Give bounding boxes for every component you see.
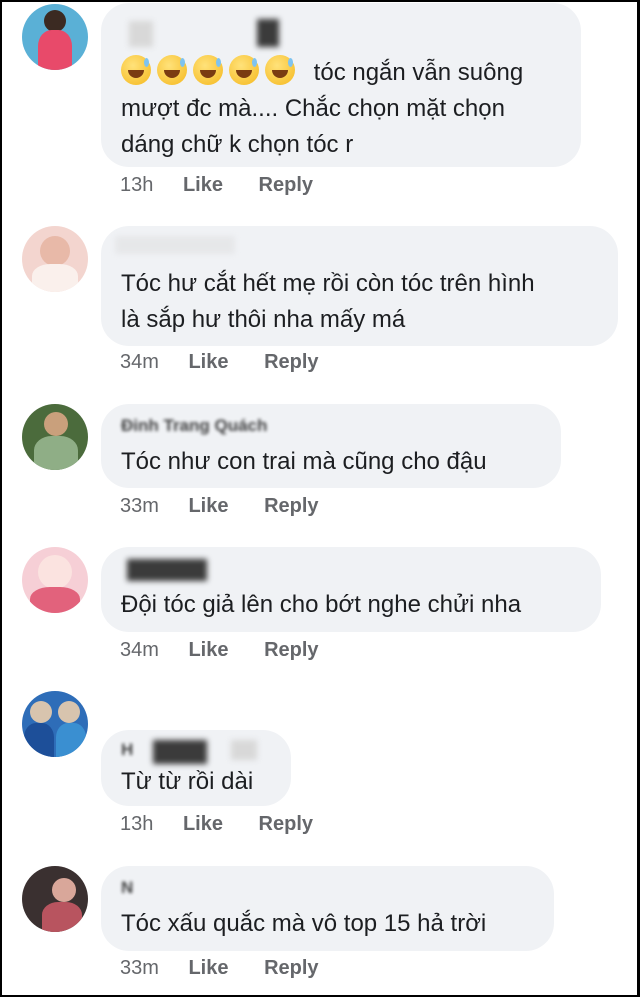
avatar-head xyxy=(52,878,76,902)
comment-time: 34m xyxy=(120,639,159,661)
comment-author[interactable]: N xyxy=(121,878,133,898)
comment-text-line: Tóc như con trai mà cũng cho đậu xyxy=(121,448,487,475)
avatar-head xyxy=(30,701,52,723)
redacted-author xyxy=(257,19,279,47)
comment-meta: 34m Like Reply xyxy=(120,351,319,374)
avatar[interactable] xyxy=(22,404,88,470)
comment-meta: 33m Like Reply xyxy=(120,495,319,518)
emoji-sweat-smile-icon xyxy=(229,55,259,85)
comment-text-line: Đội tóc giả lên cho bớt nghe chửi nha xyxy=(121,591,522,618)
avatar-body xyxy=(38,30,72,70)
avatar-body xyxy=(34,436,78,470)
avatar[interactable] xyxy=(22,866,88,932)
avatar-head xyxy=(44,10,66,32)
comment-meta: 13h Like Reply xyxy=(120,174,313,197)
comment-bubble: Đội tóc giả lên cho bớt nghe chửi nha xyxy=(101,547,601,632)
like-link[interactable]: Like xyxy=(183,174,223,196)
avatar[interactable] xyxy=(22,226,88,292)
avatar[interactable] xyxy=(22,691,88,757)
avatar-body xyxy=(42,902,82,932)
emoji-sweat-smile-icon xyxy=(121,55,151,85)
like-link[interactable]: Like xyxy=(188,957,228,979)
comment-meta: 33m Like Reply xyxy=(120,957,319,980)
emoji-sweat-smile-icon xyxy=(193,55,223,85)
redacted-author xyxy=(129,21,153,47)
comment-bubble: Tóc hư cắt hết mẹ rồi còn tóc trên hình … xyxy=(101,226,618,346)
like-link[interactable]: Like xyxy=(188,639,228,661)
redacted-author xyxy=(127,559,207,581)
like-link[interactable]: Like xyxy=(183,813,223,835)
comment-meta: 13h Like Reply xyxy=(120,813,313,836)
emoji-sweat-smile-icon xyxy=(265,55,295,85)
avatar-head xyxy=(58,701,80,723)
comment-text-line: tóc ngắn vẫn suông xyxy=(313,59,524,86)
comment-time: 13h xyxy=(120,813,154,835)
avatar-head xyxy=(44,412,68,436)
comment-text-line: là sắp hư thôi nha mấy má xyxy=(121,306,406,333)
comment-time: 34m xyxy=(120,351,159,373)
reply-link[interactable]: Reply xyxy=(264,495,318,517)
reply-link[interactable]: Reply xyxy=(264,351,318,373)
avatar-head xyxy=(40,236,70,266)
avatar[interactable] xyxy=(22,4,88,70)
reply-link[interactable]: Reply xyxy=(259,813,313,835)
avatar[interactable] xyxy=(22,547,88,613)
redacted-author xyxy=(115,236,235,254)
comment-bubble: tóc ngắn vẫn suông mượt đc mà.... Chắc c… xyxy=(101,3,581,167)
comment-text: tóc ngắn vẫn suông xyxy=(121,55,523,91)
comment-text-line: Tóc hư cắt hết mẹ rồi còn tóc trên hình xyxy=(121,270,535,297)
comment-time: 13h xyxy=(120,174,154,196)
comment-bubble: H Từ từ rồi dài xyxy=(101,730,291,806)
comment-text-line: Từ từ rồi dài xyxy=(121,768,254,795)
avatar-body xyxy=(24,723,54,757)
comment-bubble: N Tóc xấu quắc mà vô top 15 hả trời xyxy=(101,866,554,951)
comment-time: 33m xyxy=(120,495,159,517)
comment-bubble: Đinh Trang Quách Tóc như con trai mà cũn… xyxy=(101,404,561,488)
comment-meta: 34m Like Reply xyxy=(120,639,319,662)
reply-link[interactable]: Reply xyxy=(264,639,318,661)
redacted-author xyxy=(153,740,207,764)
comment-author[interactable]: H xyxy=(121,740,133,760)
emoji-sweat-smile-icon xyxy=(157,55,187,85)
comment-text-line: Tóc xấu quắc mà vô top 15 hả trời xyxy=(121,910,487,937)
comment-text-line: dáng chữ k chọn tóc r xyxy=(121,131,354,158)
reply-link[interactable]: Reply xyxy=(264,957,318,979)
avatar-head xyxy=(38,555,72,589)
reply-link[interactable]: Reply xyxy=(259,174,313,196)
comment-time: 33m xyxy=(120,957,159,979)
like-link[interactable]: Like xyxy=(188,495,228,517)
avatar-body xyxy=(56,723,86,757)
comment-author[interactable]: Đinh Trang Quách xyxy=(121,416,267,436)
like-link[interactable]: Like xyxy=(188,351,228,373)
avatar-body xyxy=(32,264,78,292)
comment-text-line: mượt đc mà.... Chắc chọn mặt chọn xyxy=(121,95,505,122)
redacted-author xyxy=(231,740,257,760)
avatar-body xyxy=(30,587,80,613)
